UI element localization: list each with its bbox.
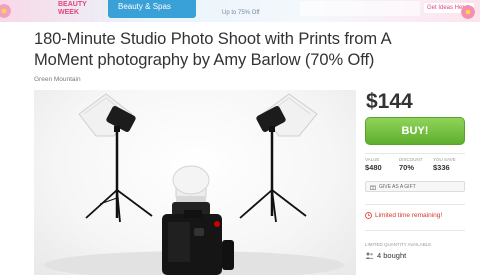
divider	[365, 230, 465, 231]
deal-title: 180-Minute Studio Photo Shoot with Print…	[34, 30, 391, 69]
flower-icon	[460, 4, 476, 20]
limited-label: Limited time remaining!	[375, 212, 443, 219]
deal-price: $144	[366, 90, 413, 113]
studio-camera-photo-icon	[44, 93, 344, 275]
right-umbrella-light	[239, 93, 318, 223]
bought-label: 4 bought	[377, 251, 407, 260]
gift-button[interactable]: GIVE AS A GIFT	[365, 181, 465, 192]
foreground-camera	[162, 165, 234, 275]
stat-discount: Discount 70%	[399, 157, 423, 173]
banner-center-text: Beauty & Spas	[118, 2, 171, 11]
limited-time-notice: Limited time remaining!	[365, 212, 442, 219]
left-umbrella-light	[78, 93, 153, 223]
gift-label: GIVE AS A GIFT	[379, 183, 416, 190]
divider	[365, 204, 465, 205]
stat-you-save-amount: $336	[433, 163, 450, 172]
deal-photo[interactable]	[34, 90, 356, 275]
clock-icon	[365, 212, 372, 219]
quantity-label: Limited quantity available	[365, 242, 432, 247]
stat-value-amount: $480	[365, 163, 382, 172]
deal-stats: Value $480 Discount 70% You Save $336	[365, 153, 465, 172]
flower-icon	[0, 3, 12, 19]
banner-left-text: BEAUTY WEEK	[58, 1, 87, 16]
people-icon	[365, 252, 374, 259]
buy-button[interactable]: BUY!	[365, 117, 465, 145]
stat-you-save: You Save $336	[433, 157, 456, 173]
promo-banner[interactable]: BEAUTY WEEK Beauty & Spas Up to 75% Off …	[0, 0, 480, 22]
bought-count: 4 bought	[365, 251, 406, 260]
banner-center-sub: Up to 75% Off	[222, 10, 260, 16]
banner-right-box	[300, 1, 420, 16]
stat-value: Value $480	[365, 157, 382, 173]
deal-location[interactable]: Green Mountain	[34, 76, 81, 83]
stat-discount-amount: 70%	[399, 163, 415, 172]
gift-icon	[370, 185, 376, 190]
